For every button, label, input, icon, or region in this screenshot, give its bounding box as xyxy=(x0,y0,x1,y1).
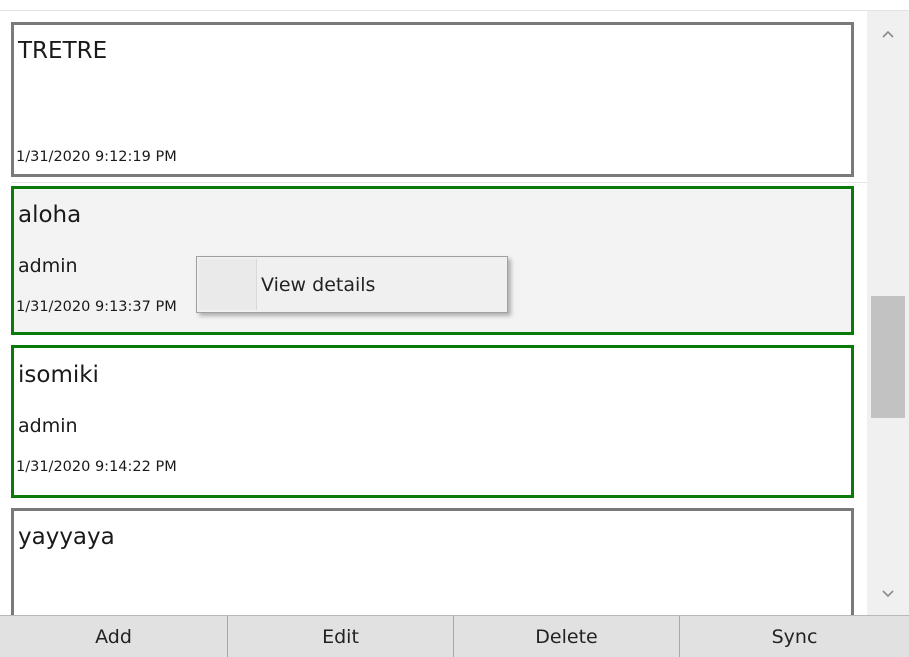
item-date: 1/31/2020 9:14:22 PM xyxy=(16,459,177,475)
context-menu-icon-gutter xyxy=(199,259,257,310)
sync-button[interactable]: Sync xyxy=(680,616,909,657)
edit-button[interactable]: Edit xyxy=(228,616,454,657)
item-title: yayyaya xyxy=(18,524,115,550)
notes-list[interactable]: TRETRE 1/31/2020 9:12:19 PM aloha admin … xyxy=(0,11,867,615)
list-item-yayyaya[interactable]: yayyaya xyxy=(11,508,854,615)
chevron-up-icon xyxy=(882,30,894,38)
list-item-isomiki[interactable]: isomiki admin 1/31/2020 9:14:22 PM xyxy=(11,345,854,498)
bottom-toolbar: Add Edit Delete Sync xyxy=(0,615,909,657)
item-date: 1/31/2020 9:13:37 PM xyxy=(16,299,177,315)
chevron-down-icon xyxy=(882,590,894,598)
view-details-menu-item[interactable]: View details xyxy=(261,274,375,296)
scroll-thumb[interactable] xyxy=(871,296,905,418)
add-button[interactable]: Add xyxy=(0,616,228,657)
vertical-scrollbar[interactable] xyxy=(867,11,909,615)
delete-button[interactable]: Delete xyxy=(454,616,680,657)
item-title: isomiki xyxy=(18,362,99,388)
scroll-down-button[interactable] xyxy=(867,579,909,609)
scroll-up-button[interactable] xyxy=(867,19,909,49)
list-item-tretre[interactable]: TRETRE 1/31/2020 9:12:19 PM xyxy=(11,22,854,177)
item-author: admin xyxy=(18,255,78,277)
row-divider xyxy=(11,182,867,183)
item-date: 1/31/2020 9:12:19 PM xyxy=(16,149,177,165)
item-author: admin xyxy=(18,415,78,437)
item-title: TRETRE xyxy=(18,38,108,64)
context-menu: View details xyxy=(196,256,508,313)
item-title: aloha xyxy=(18,202,82,228)
top-edge xyxy=(0,0,909,11)
